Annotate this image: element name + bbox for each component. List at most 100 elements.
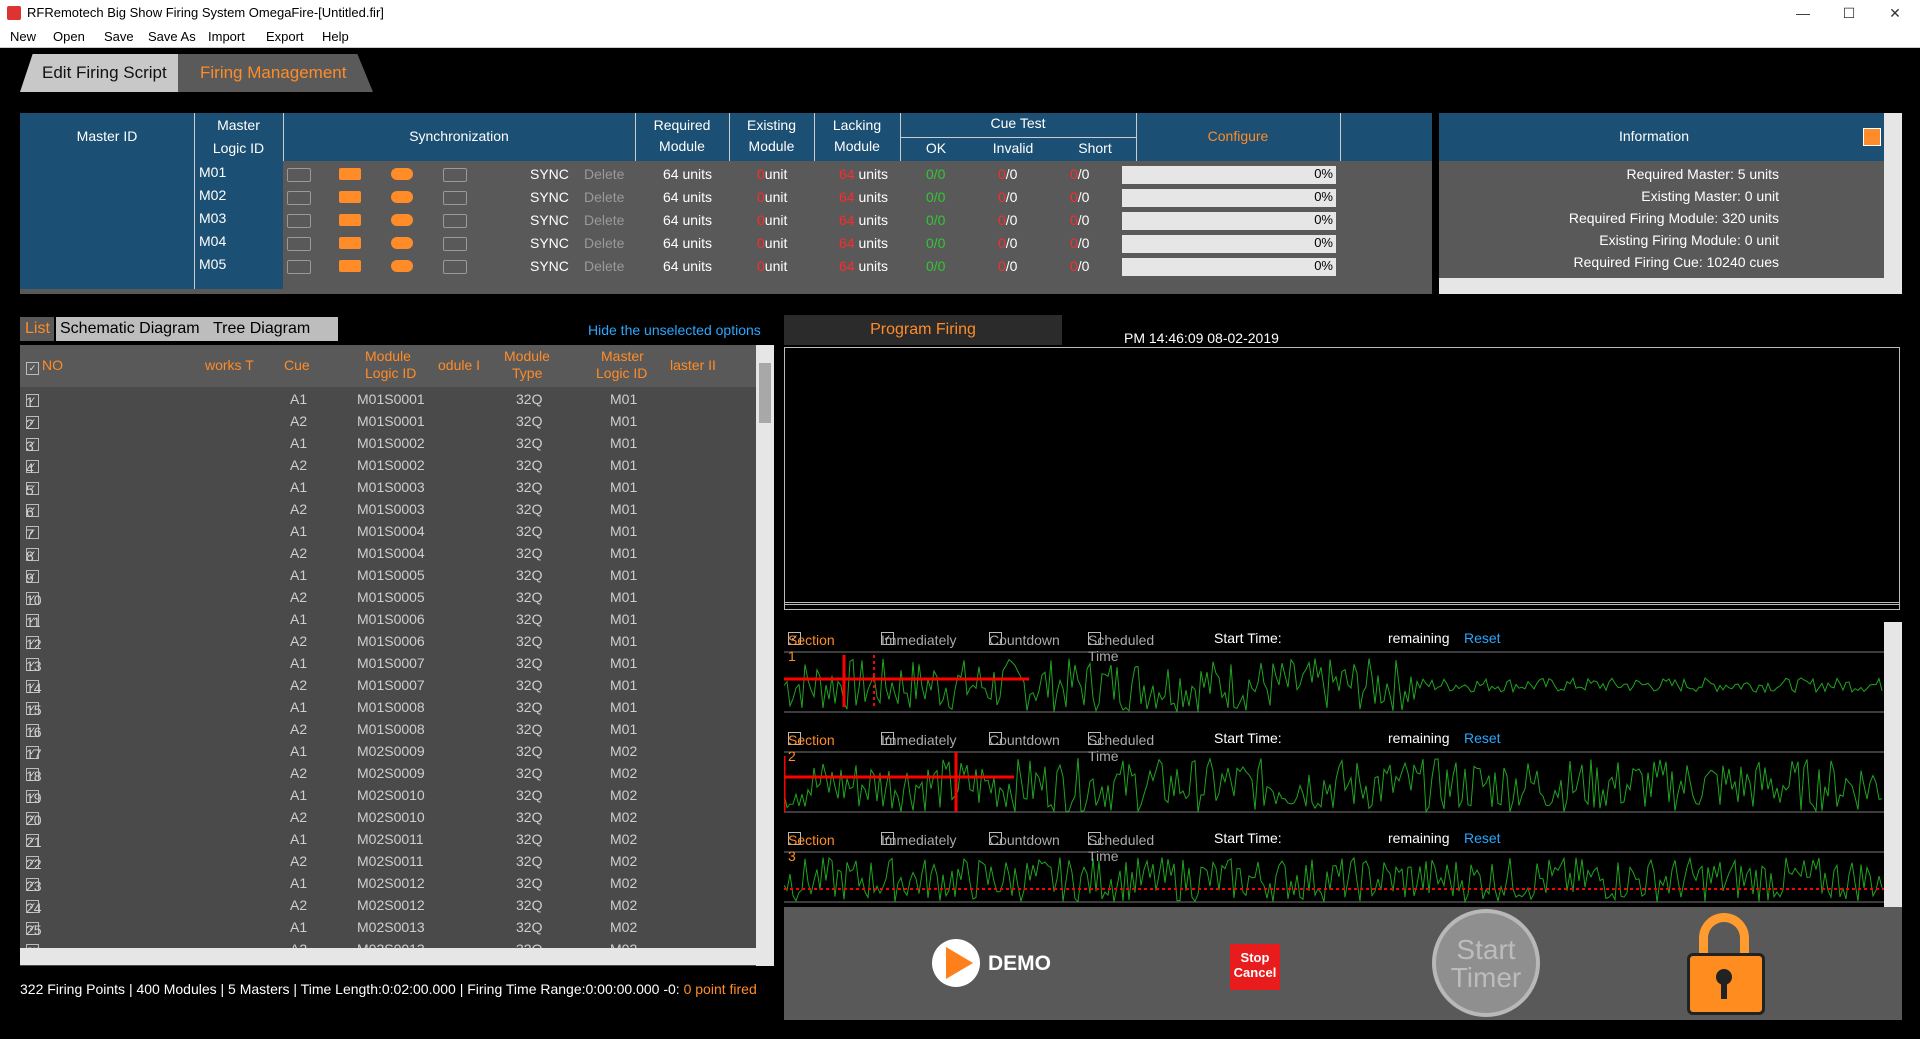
list-row[interactable]: ✓ 20 A2 M02S0010 32Q M02 [20,806,756,828]
menu-import[interactable]: Import [208,27,245,44]
row-module-type: 32Q [516,677,543,693]
list-row[interactable]: ✓ 5 A1 M01S0003 32Q M01 [20,476,756,498]
tab-tree-diagram[interactable]: Tree Diagram [213,320,310,338]
tab-schematic-diagram[interactable]: Schematic Diagram [60,320,200,338]
info-vertical-scrollbar[interactable] [1884,113,1902,278]
header-module-logic-2[interactable]: Logic ID [365,365,416,381]
list-row[interactable]: ✓ 12 A2 M01S0006 32Q M01 [20,630,756,652]
hide-unselected-link[interactable]: Hide the unselected options [588,322,761,338]
list-row[interactable]: ✓ 18 A2 M02S0009 32Q M02 [20,762,756,784]
sync-button[interactable]: SYNC [530,212,569,228]
delete-button[interactable]: Delete [584,189,624,205]
tab-firing-management[interactable]: Firing Management [178,54,373,92]
menu-open[interactable]: Open [53,27,85,44]
list-row[interactable]: ✓ 25 A1 M02S0013 32Q M02 [20,916,756,938]
section-row: Section 2 ✓ Immediately Countdown Schedul… [788,730,1501,764]
header-module-logic-1[interactable]: Module [365,348,411,364]
row-module-type: 32Q [516,633,543,649]
header-module-type-2[interactable]: Type [512,365,542,381]
header-no[interactable]: ✓ NO [26,357,63,375]
menu-save-as[interactable]: Save As [148,27,196,44]
reset-link[interactable]: Reset [1464,730,1501,746]
delete-button[interactable]: Delete [584,235,624,251]
delete-button[interactable]: Delete [584,166,624,182]
list-vertical-scrollbar[interactable] [756,345,774,966]
scroll-thumb[interactable] [759,363,771,423]
configure-button[interactable]: Configure [1136,128,1340,144]
divider [900,137,1136,138]
list-row[interactable]: ✓ 8 A2 M01S0004 32Q M01 [20,542,756,564]
master-id-column [20,161,283,289]
menu-new[interactable]: New [10,27,36,44]
sections-scrollbar[interactable] [1884,622,1902,907]
row-cue: A1 [290,919,308,935]
list-row[interactable]: ✓ 4 A2 M01S0002 32Q M01 [20,454,756,476]
list-row[interactable]: ✓ 2 A2 M01S0001 32Q M01 [20,410,756,432]
list-row[interactable]: ✓ 15 A1 M01S0008 32Q M01 [20,696,756,718]
menu-help[interactable]: Help [322,27,349,44]
row-module-logic-id: M02S0012 [357,897,425,913]
sync-button[interactable]: SYNC [530,189,569,205]
sync-button[interactable]: SYNC [530,235,569,251]
list-row[interactable]: ✓ 10 A2 M01S0005 32Q M01 [20,586,756,608]
stop-cancel-button[interactable]: Stop Cancel [1230,944,1280,990]
select-all-checkbox[interactable]: ✓ [26,362,39,375]
short-value: 0/0 [1070,189,1090,205]
lacking-module-value: 64 units [839,189,889,205]
row-master-logic-id: M01 [610,567,638,583]
row-module-type: 32Q [516,699,543,715]
sync-button[interactable]: SYNC [530,258,569,274]
list-row[interactable]: ✓ 16 A2 M01S0008 32Q M01 [20,718,756,740]
header-master-logic-1[interactable]: Master [601,348,644,364]
tab-list[interactable]: List [25,320,50,338]
header-lacking-2: Module [834,138,880,154]
header-master-logic-2[interactable]: Logic ID [596,365,647,381]
menu-export[interactable]: Export [266,27,304,44]
status-bar: 322 Firing Points | 400 Modules | 5 Mast… [20,981,757,997]
header-module-type-1[interactable]: Module [504,348,550,364]
minimize-button[interactable]: — [1780,0,1826,27]
info-horizontal-scrollbar[interactable] [1439,278,1902,294]
demo-button[interactable]: DEMO [988,952,1051,976]
tab-program-firing[interactable]: Program Firing [784,321,1062,339]
list-row[interactable]: ✓ 9 A1 M01S0005 32Q M01 [20,564,756,586]
maximize-button[interactable]: ☐ [1826,0,1872,27]
header-master-id[interactable]: laster II [670,357,716,373]
row-cue: A1 [290,435,308,451]
wireless-icon [443,260,467,274]
header-cue[interactable]: Cue [284,357,310,373]
close-button[interactable]: ✕ [1872,0,1918,27]
lock-icon[interactable] [1684,913,1768,1017]
delete-button[interactable]: Delete [584,258,624,274]
list-table: ✓ NO works T Cue Module Logic ID odule I … [20,345,756,966]
list-row[interactable]: ✓ 6 A2 M01S0003 32Q M01 [20,498,756,520]
list-row[interactable]: ✓ 1 A1 M01S0001 32Q M01 [20,388,756,410]
reset-link[interactable]: Reset [1464,630,1501,646]
list-row[interactable]: ✓ 23 A1 M02S0012 32Q M02 [20,872,756,894]
list-row[interactable]: ✓26 A2 M02S0013 32Q M02 [20,938,756,948]
list-horizontal-scrollbar[interactable] [20,948,756,965]
header-invalid: Invalid [992,140,1034,156]
tab-edit-firing-script[interactable]: Edit Firing Script [20,54,178,92]
list-row[interactable]: ✓ 7 A1 M01S0004 32Q M01 [20,520,756,542]
section-row: ✓ Section 1 ✓ Immediately Countdown Schedu… [788,630,1501,664]
list-row[interactable]: ✓ 24 A2 M02S0012 32Q M02 [20,894,756,916]
list-row[interactable]: ✓ 21 A1 M02S0011 32Q M02 [20,828,756,850]
header-module-id[interactable]: odule I [438,357,480,373]
list-row[interactable]: ✓ 3 A1 M01S0002 32Q M01 [20,432,756,454]
header-works[interactable]: works T [205,357,254,373]
list-row[interactable]: ✓ 19 A1 M02S0010 32Q M02 [20,784,756,806]
list-row[interactable]: ✓ 14 A2 M01S0007 32Q M01 [20,674,756,696]
reset-link[interactable]: Reset [1464,830,1501,846]
list-row[interactable]: ✓ 11 A1 M01S0006 32Q M01 [20,608,756,630]
expand-icon[interactable] [1863,128,1881,146]
menu-save[interactable]: Save [104,27,134,44]
sync-button[interactable]: SYNC [530,166,569,182]
list-row[interactable]: ✓ 17 A1 M02S0009 32Q M02 [20,740,756,762]
lacking-module-value: 64 units [839,235,889,251]
list-row[interactable]: ✓ 13 A1 M01S0007 32Q M01 [20,652,756,674]
list-row[interactable]: ✓ 22 A2 M02S0011 32Q M02 [20,850,756,872]
demo-play-icon[interactable] [932,939,980,987]
start-timer-button[interactable]: Start Timer [1432,909,1540,1017]
delete-button[interactable]: Delete [584,212,624,228]
